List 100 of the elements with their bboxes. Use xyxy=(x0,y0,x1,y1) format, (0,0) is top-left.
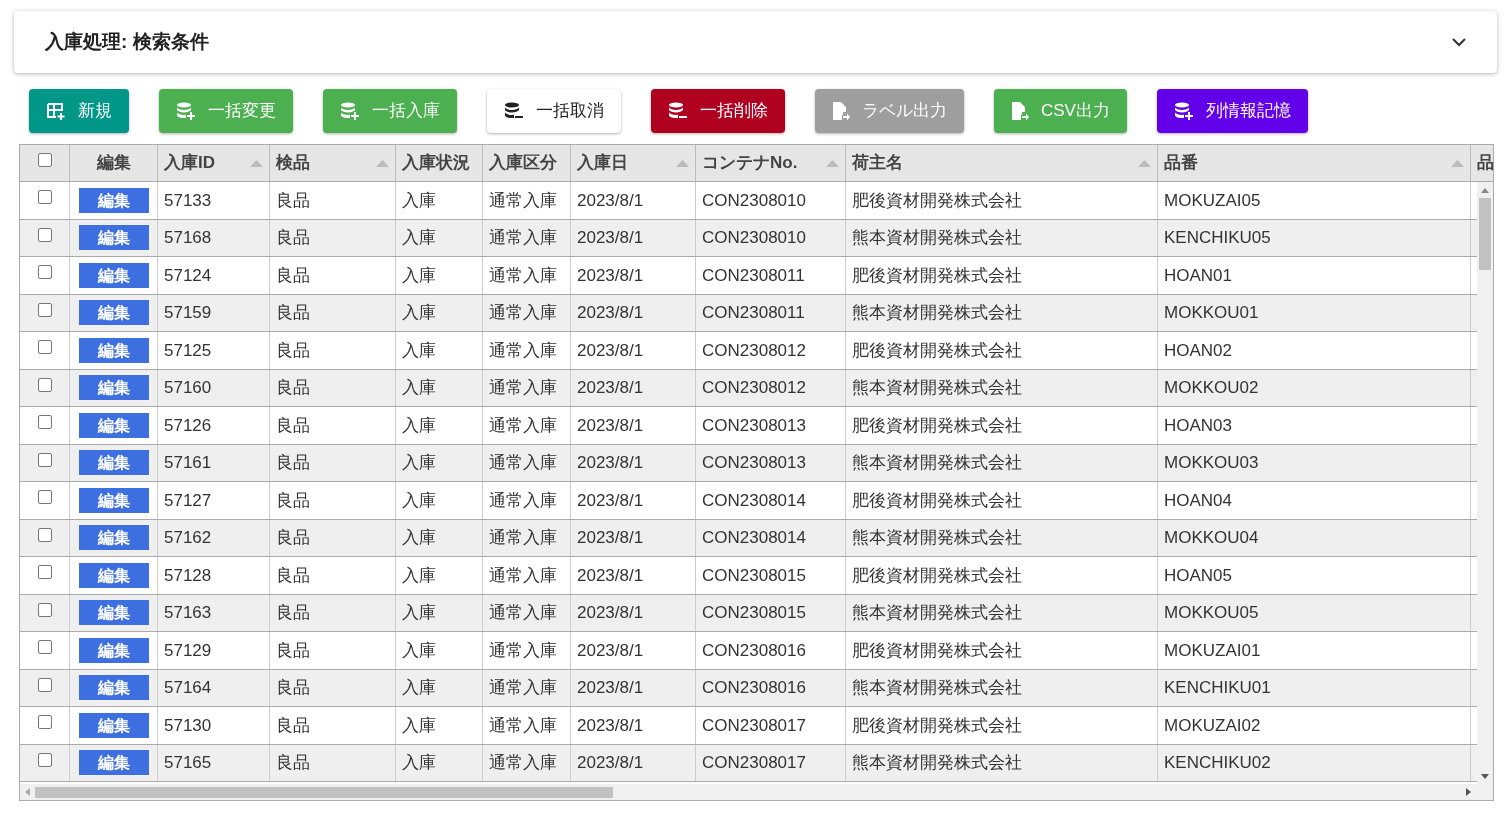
checkbox[interactable] xyxy=(37,490,52,504)
table-cell-text: CON2308012 xyxy=(702,339,806,362)
checkbox[interactable] xyxy=(37,752,52,767)
edit-button[interactable]: 編集 xyxy=(78,262,149,288)
edit-button[interactable]: 編集 xyxy=(78,300,149,326)
table-cell-text: 良品 xyxy=(276,227,310,249)
table-cell-text: 良品 xyxy=(276,452,310,474)
column-header[interactable]: 入庫状況 xyxy=(396,145,483,181)
table-cell-text: 肥後資材開発株式会社 xyxy=(852,714,1022,737)
edit-button[interactable]: 編集 xyxy=(78,375,149,401)
checkbox[interactable] xyxy=(37,265,52,279)
file-export-icon xyxy=(1011,101,1029,121)
edit-button[interactable]: 編集 xyxy=(78,487,149,513)
column-header[interactable]: 入庫ID xyxy=(158,145,270,181)
edit-button[interactable]: 編集 xyxy=(78,600,149,626)
toolbar-button[interactable]: 列情報記憶 xyxy=(1156,89,1308,133)
column-header[interactable]: コンテナNo. xyxy=(696,145,846,181)
table-cell-text: 肥後資材開発株式会社 xyxy=(852,189,1022,212)
table-cell-text: 入庫 xyxy=(402,452,436,474)
toolbar-button[interactable]: CSV出力 xyxy=(994,89,1127,133)
database-plus-icon xyxy=(176,101,196,121)
toolbar-button[interactable]: 一括取消 xyxy=(487,89,621,133)
scrollbar-thumb[interactable] xyxy=(35,786,613,798)
edit-button[interactable]: 編集 xyxy=(78,675,149,701)
table-cell-text: 良品 xyxy=(276,489,310,512)
table-cell-text: 57124 xyxy=(164,264,212,287)
toolbar-button[interactable]: 一括変更 xyxy=(159,89,293,133)
table-cell-text: 通常入庫 xyxy=(489,527,557,549)
checkbox[interactable] xyxy=(37,640,52,654)
edit-button[interactable]: 編集 xyxy=(78,187,149,213)
edit-button[interactable]: 編集 xyxy=(78,637,149,663)
horizontal-scrollbar[interactable] xyxy=(20,784,1493,800)
toolbar-button[interactable]: 一括入庫 xyxy=(323,89,457,133)
column-header[interactable]: 入庫日 xyxy=(571,145,696,181)
table-plus-icon xyxy=(46,101,66,121)
edit-button[interactable]: 編集 xyxy=(78,562,149,588)
table-cell-text: 良品 xyxy=(276,377,310,399)
edit-button[interactable]: 編集 xyxy=(78,450,149,476)
scroll-down-icon[interactable] xyxy=(1481,774,1489,779)
checkbox[interactable] xyxy=(37,602,52,617)
checkbox[interactable] xyxy=(37,340,52,354)
table-cell-text: 熊本資材開発株式会社 xyxy=(852,602,1022,624)
checkbox[interactable] xyxy=(37,190,52,204)
table-cell-text: 良品 xyxy=(276,302,310,324)
table-cell-text: 57125 xyxy=(164,339,212,362)
table-cell-text: 2023/8/1 xyxy=(577,189,644,212)
table-cell-text: 良品 xyxy=(276,677,310,699)
column-header[interactable]: 品 xyxy=(1471,145,1493,181)
column-header[interactable]: 編集 xyxy=(70,145,158,181)
table-cell-text: 良品 xyxy=(276,714,310,737)
search-panel[interactable]: 入庫処理: 検索条件 xyxy=(14,11,1497,73)
table-cell-text: 入庫 xyxy=(402,264,436,287)
edit-button[interactable]: 編集 xyxy=(78,412,149,438)
checkbox[interactable] xyxy=(37,677,52,692)
table-cell-text: 良品 xyxy=(276,414,310,437)
checkbox[interactable] xyxy=(37,527,52,542)
table-cell-text: 肥後資材開発株式会社 xyxy=(852,264,1022,287)
database-minus-icon xyxy=(668,101,688,121)
column-header[interactable]: 品番 xyxy=(1158,145,1471,181)
column-header[interactable]: 検品 xyxy=(270,145,396,181)
table-cell-text: 入庫 xyxy=(402,339,436,362)
table-cell-text: 57161 xyxy=(164,452,212,474)
scroll-right-icon[interactable] xyxy=(1466,788,1471,796)
checkbox[interactable] xyxy=(37,715,52,729)
vertical-scrollbar[interactable] xyxy=(1477,182,1493,784)
checkbox[interactable] xyxy=(37,565,52,579)
edit-button[interactable]: 編集 xyxy=(78,225,149,251)
column-header[interactable]: 入庫区分 xyxy=(483,145,571,181)
table-cell-text: CON2308017 xyxy=(702,752,806,774)
chevron-icon[interactable] xyxy=(1452,37,1466,47)
edit-button[interactable]: 編集 xyxy=(78,525,149,551)
table-cell-text: 2023/8/1 xyxy=(577,714,644,737)
table-cell-text: 2023/8/1 xyxy=(577,564,644,587)
checkbox[interactable] xyxy=(37,302,52,317)
checkbox[interactable] xyxy=(37,377,52,392)
scrollbar-thumb[interactable] xyxy=(1479,198,1491,270)
table-cell-text: 熊本資材開発株式会社 xyxy=(852,302,1022,324)
toolbar-button[interactable]: 一括削除 xyxy=(651,89,785,133)
table-cell-text: 通常入庫 xyxy=(489,489,557,512)
table-cell-text: 良品 xyxy=(276,264,310,287)
table-cell-text: 通常入庫 xyxy=(489,752,557,774)
table-cell-text: 2023/8/1 xyxy=(577,489,644,512)
edit-button[interactable]: 編集 xyxy=(78,712,149,738)
table-cell-text: 熊本資材開発株式会社 xyxy=(852,377,1022,399)
column-header[interactable]: 荷主名 xyxy=(846,145,1158,181)
table-cell-text: 2023/8/1 xyxy=(577,602,644,624)
checkbox[interactable] xyxy=(37,227,52,242)
checkbox[interactable] xyxy=(37,452,52,467)
table-cell-text: 57168 xyxy=(164,227,212,249)
toolbar-button[interactable]: ラベル出力 xyxy=(815,89,964,133)
scroll-up-icon[interactable] xyxy=(1481,188,1489,193)
edit-button[interactable]: 編集 xyxy=(78,750,149,776)
table-cell-text: KENCHIKU02 xyxy=(1164,752,1271,774)
checkbox[interactable] xyxy=(37,415,52,429)
toolbar-button[interactable]: 新規 xyxy=(29,89,129,133)
edit-button[interactable]: 編集 xyxy=(78,337,149,363)
file-export-icon xyxy=(832,101,850,121)
table-cell-text: 入庫 xyxy=(402,189,436,212)
checkbox[interactable] xyxy=(37,153,52,167)
table-cell-text: CON2308017 xyxy=(702,714,806,737)
